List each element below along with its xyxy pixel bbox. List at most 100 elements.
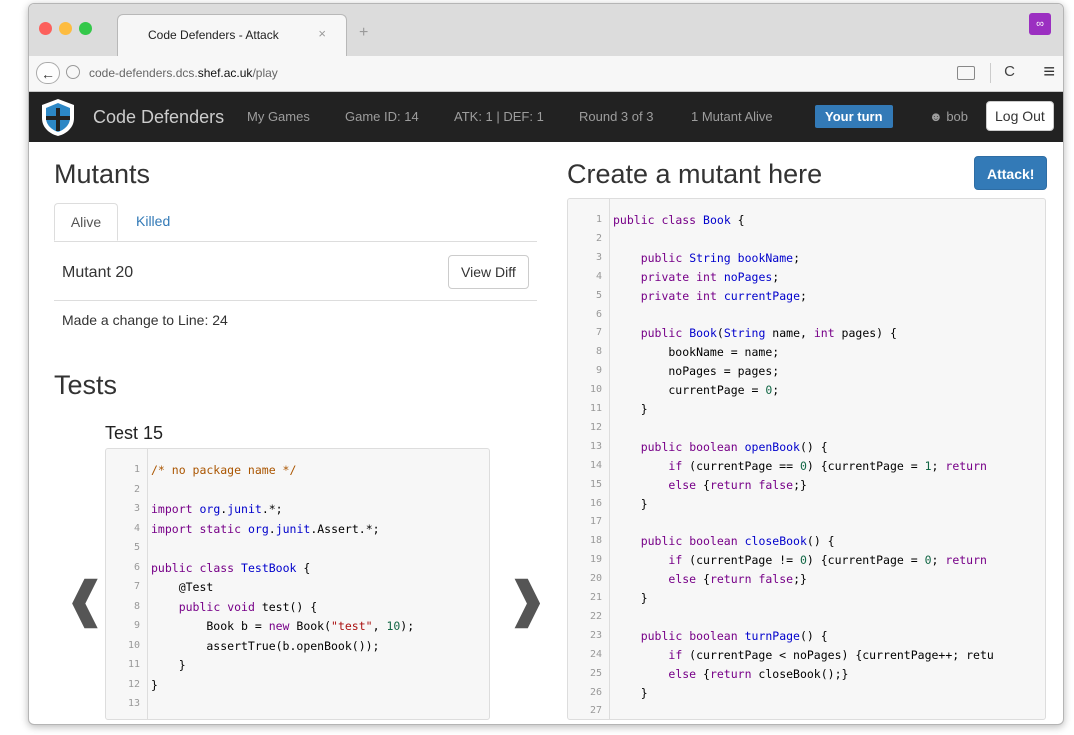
code-line: } [613,402,648,416]
code-defenders-logo-icon[interactable] [37,96,79,138]
logout-button[interactable]: Log Out [986,101,1054,131]
line-number: 4 [133,522,140,534]
line-number: 8 [595,346,602,358]
tab-title: Code Defenders - Attack [148,28,279,42]
code-line: else {return closeBook();} [668,666,849,681]
line-number: 16 [589,497,602,509]
browser-window: Code Defenders - Attack × + ∞ ← code-def… [28,3,1064,725]
code-line: public Book(String name, int pages) { [640,326,897,341]
line-number: 3 [595,251,602,263]
mutant-code-editor[interactable]: 1 public class Book {2 3 public String boo… [567,198,1046,720]
line-number: 11 [127,659,140,670]
brand-name[interactable]: Code Defenders [93,107,224,128]
line-number: 26 [589,686,602,698]
code-line: } [151,677,158,692]
code-line: import static org.junit.Assert.*; [151,521,380,536]
score: ATK: 1 | DEF: 1 [454,109,544,124]
code-line: } [151,658,186,672]
line-number: 6 [133,561,140,573]
code-line: private int noPages; [640,269,780,284]
reload-icon[interactable]: C [1004,63,1015,80]
close-tab-icon[interactable]: × [318,26,326,41]
tab-strip: Code Defenders - Attack × + ∞ [29,4,1063,56]
code-line: else {return false;} [668,477,807,492]
reader-view-icon[interactable] [957,66,975,80]
mutant-tabs: Alive Killed [54,203,537,242]
line-number: 18 [589,535,602,547]
previous-test-arrow-icon[interactable]: ❰ [65,572,105,628]
code-line: public boolean closeBook() { [640,534,835,549]
mask-extension-icon[interactable]: ∞ [1029,13,1051,35]
browser-tab-active[interactable]: Code Defenders - Attack × [117,14,347,56]
line-number: 1 [595,214,602,225]
mutants-heading: Mutants [54,159,151,189]
line-number: 20 [589,573,602,585]
code-line: else {return false;} [668,572,807,587]
line-number: 25 [589,667,602,679]
attack-button[interactable]: Attack! [974,156,1048,190]
line-number: 2 [133,483,140,495]
divider [54,300,537,301]
code-line: if (currentPage != 0) {currentPage = 0; … [668,553,987,568]
code-line: assertTrue(b.openBook()); [151,638,380,653]
minimize-window-button[interactable] [59,22,72,35]
view-diff-button[interactable]: View Diff [448,255,529,289]
globe-icon [66,65,80,79]
zoom-window-button[interactable] [79,22,92,35]
new-tab-icon[interactable]: + [359,24,368,42]
code-line: public class TestBook { [151,560,311,575]
line-number: 5 [133,542,140,553]
code-line: public String bookName; [640,250,800,265]
line-number: 22 [589,610,602,622]
mutant-description: Made a change to Line: 24 [62,312,228,328]
line-number: 9 [133,620,140,631]
line-number: 3 [133,503,140,514]
line-number: 11 [589,403,602,414]
user-menu[interactable]: ☻ bob [929,109,968,124]
line-number: 12 [589,421,602,433]
code-line: Book b = new Book("test", 10); [151,619,415,633]
game-id: Game ID: 14 [345,109,419,124]
test-code-editor[interactable]: 1 /* no package name */ 2 3 import org.junit… [105,448,490,720]
test-title: Test 15 [105,423,164,443]
line-number: 6 [595,308,602,320]
code-line: public void test() { [178,599,318,614]
tab-alive[interactable]: Alive [54,203,118,241]
line-number: 19 [589,554,602,566]
line-number: 24 [589,648,602,660]
line-number: 7 [595,327,602,339]
code-line: currentPage = 0; [613,383,780,398]
line-number: 10 [127,639,140,651]
username: bob [946,109,969,124]
line-number: 4 [595,270,602,282]
line-number: 27 [589,705,602,717]
code-line: public boolean turnPage() { [640,628,828,643]
tests-heading: Tests [54,370,118,400]
line-number: 5 [595,289,602,301]
url-bar: ← code-defenders.dcs.shef.ac.uk/play C ≡ [29,56,1063,92]
code-line: if (currentPage < noPages) {currentPage+… [668,647,994,662]
back-arrow-icon[interactable]: ← [36,62,60,84]
line-number: 21 [589,592,602,603]
url-field[interactable]: code-defenders.dcs.shef.ac.uk/play [89,66,278,80]
code-line: } [613,685,648,700]
tab-killed[interactable]: Killed [136,213,170,229]
navbar: Code Defenders My Games Game ID: 14 ATK:… [29,92,1063,142]
line-number: 13 [589,440,602,452]
line-number: 23 [589,629,602,641]
line-number: 9 [595,365,602,377]
mutant-title: Mutant 20 [62,264,134,281]
code-line: private int currentPage; [640,288,807,303]
next-test-arrow-icon[interactable]: ❱ [507,572,547,628]
code-line: noPages = pages; [613,364,780,379]
round-indicator: Round 3 of 3 [579,109,654,124]
hamburger-menu-icon[interactable]: ≡ [1043,61,1055,84]
nav-my-games[interactable]: My Games [247,109,310,124]
mutants-alive-count: 1 Mutant Alive [691,109,773,124]
line-number: 14 [589,459,602,471]
url-separator [990,63,991,83]
code-line: public boolean openBook() { [640,439,828,454]
code-line: import org.junit.*; [151,502,283,516]
line-number: 13 [127,698,140,709]
close-window-button[interactable] [39,22,52,35]
